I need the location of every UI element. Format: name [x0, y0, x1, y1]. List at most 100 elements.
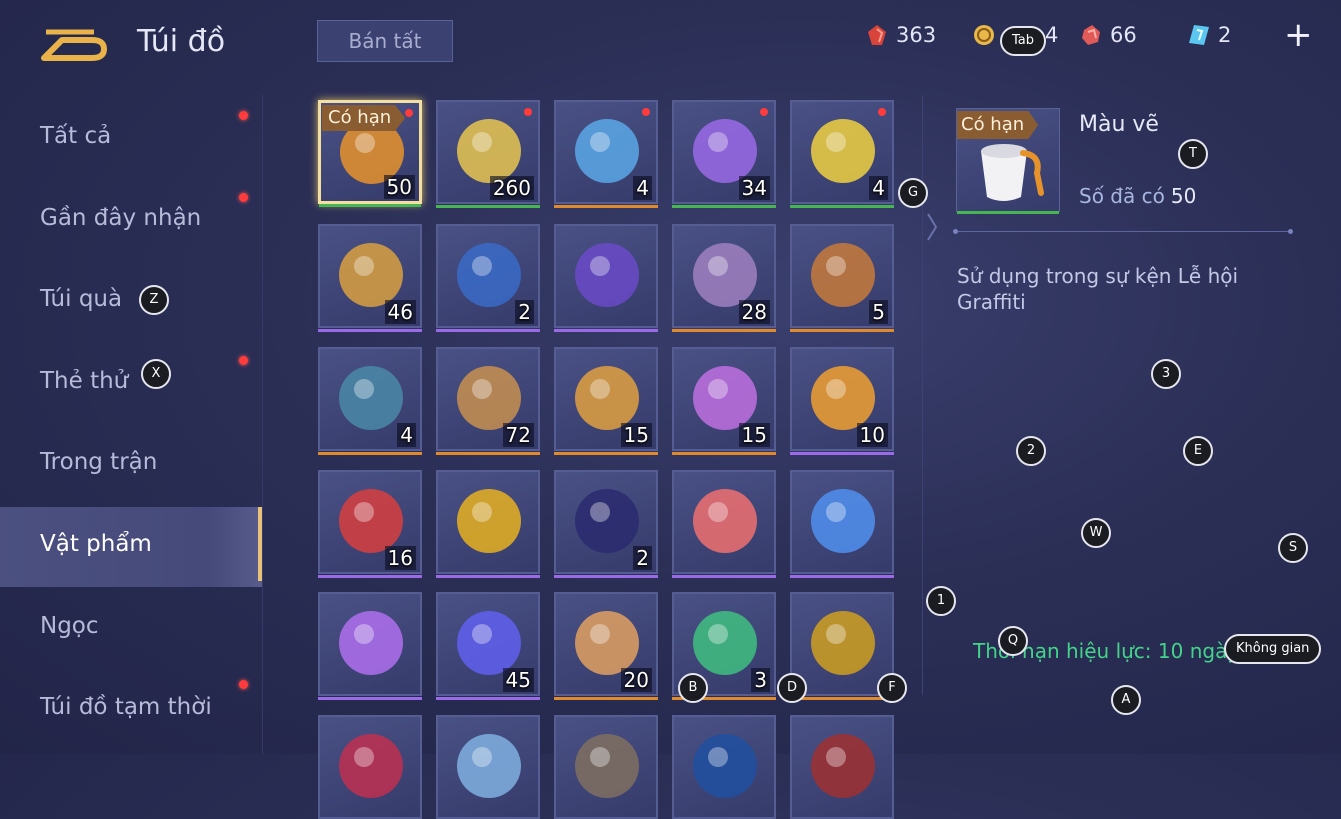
quality-bar	[318, 452, 422, 455]
key-hint-2[interactable]: 2	[1016, 436, 1046, 466]
key-hint-z[interactable]: Z	[139, 285, 169, 315]
item-quantity: 2	[515, 300, 534, 324]
inventory-slot[interactable]	[554, 715, 658, 819]
inventory-slot[interactable]: 260	[436, 100, 540, 208]
sidebar-item-label: Túi đồ tạm thời	[40, 694, 212, 720]
quality-bar	[554, 575, 658, 578]
inventory-slot[interactable]	[436, 470, 540, 578]
inventory-slot[interactable]	[672, 470, 776, 578]
red-card-icon	[811, 734, 875, 798]
inventory-slot[interactable]: 2	[436, 224, 540, 332]
sidebar-item-trial-cards[interactable]: Thẻ thử	[0, 340, 262, 420]
inventory-slot[interactable]	[554, 224, 658, 332]
quality-bar	[554, 697, 658, 700]
quality-bar	[554, 329, 658, 332]
item-description: Sử dụng trong sự kện Lễ hội Graffiti	[957, 264, 1239, 314]
cat-badge-icon	[575, 734, 639, 798]
key-hint-w[interactable]: W	[1081, 518, 1111, 548]
quality-bar	[554, 452, 658, 455]
inventory-slot[interactable]: 16	[318, 470, 422, 578]
inventory-slot[interactable]	[436, 715, 540, 819]
inventory-slot[interactable]: 72	[436, 347, 540, 455]
owned-count: Số đã có 50	[1079, 184, 1196, 208]
sidebar-item-label: Túi quà	[40, 286, 123, 312]
inventory-slot[interactable]	[672, 715, 776, 819]
inventory-slot[interactable]	[790, 470, 894, 578]
top-bar: Túi đồ Bán tất 363 4 66 2 +	[0, 0, 1341, 80]
currency-red-gem[interactable]: 363	[866, 20, 936, 50]
sidebar-item-label: Thẻ thử	[40, 368, 129, 394]
item-quantity: 20	[620, 668, 652, 692]
notification-dot	[405, 109, 413, 117]
inventory-slot[interactable]: 45	[436, 592, 540, 700]
inventory-slot[interactable]: 15	[672, 347, 776, 455]
key-hint-g[interactable]: G	[898, 178, 928, 208]
rose-icon	[339, 734, 403, 798]
star-medal-icon	[811, 611, 875, 675]
currency-value: 4	[1045, 23, 1059, 47]
key-hint-t[interactable]: T	[1178, 139, 1208, 169]
red-gem-icon	[868, 25, 886, 45]
quality-bar	[790, 575, 894, 578]
item-quantity: 28	[738, 300, 770, 324]
quality-bar	[436, 329, 540, 332]
key-hint-a[interactable]: A	[1111, 685, 1141, 715]
key-hint-d[interactable]: D	[777, 673, 807, 703]
sidebar-item-in-match[interactable]: Trong trận	[0, 421, 262, 501]
key-hint-b[interactable]: B	[678, 673, 708, 703]
item-quantity: 50	[383, 175, 415, 199]
item-quantity: 34	[738, 176, 770, 200]
gold-coin-icon	[974, 25, 994, 45]
quality-bar	[319, 204, 421, 207]
sidebar-item-recent[interactable]: Gần đây nhận	[0, 177, 262, 257]
inventory-slot[interactable]	[318, 715, 422, 819]
inventory-slot[interactable]: 2	[554, 470, 658, 578]
key-hint-1[interactable]: 1	[926, 586, 956, 616]
key-hint-f[interactable]: F	[877, 673, 907, 703]
inventory-slot[interactable]: 4	[790, 100, 894, 208]
sidebar-item-temp-bag[interactable]: Túi đồ tạm thời	[0, 666, 262, 746]
back-button[interactable]	[40, 26, 110, 62]
notification-dot	[239, 193, 248, 202]
chevron-right-icon	[927, 213, 938, 241]
inventory-slot[interactable]: 46	[318, 224, 422, 332]
currency-red-crystal[interactable]: 66	[1080, 20, 1137, 50]
inventory-slot[interactable]: 5	[790, 224, 894, 332]
sidebar-item-gems[interactable]: Ngọc	[0, 585, 262, 665]
inventory-slot[interactable]: 20	[554, 592, 658, 700]
add-currency-button[interactable]: +	[1284, 18, 1313, 52]
inventory-slot[interactable]: 28	[672, 224, 776, 332]
limited-tag: Có hạn	[957, 111, 1039, 139]
quality-bar	[790, 452, 894, 455]
sidebar-item-items[interactable]: Vật phẩm	[0, 507, 262, 587]
key-hint-q[interactable]: Q	[998, 626, 1028, 656]
key-hint-s[interactable]: S	[1278, 533, 1308, 563]
notification-dot	[760, 108, 768, 116]
inventory-slot[interactable]: Có hạn 50	[318, 100, 422, 207]
key-hint-3[interactable]: 3	[1151, 359, 1181, 389]
key-hint-e[interactable]: E	[1183, 436, 1213, 466]
sidebar-divider	[262, 95, 263, 754]
notification-dot	[239, 680, 248, 689]
quality-bar	[436, 205, 540, 208]
inventory-slot[interactable]	[790, 715, 894, 819]
item-quantity: 10	[856, 423, 888, 447]
currency-value: 363	[896, 23, 937, 47]
sell-all-button[interactable]: Bán tất	[317, 20, 453, 62]
back-arrow-icon	[41, 29, 107, 61]
ticket-icon	[1189, 25, 1209, 45]
page-title: Túi đồ	[137, 24, 226, 59]
inventory-slot[interactable]: 34	[672, 100, 776, 208]
key-hint-tab[interactable]: Tab	[1000, 26, 1047, 56]
inventory-slot[interactable]: 4	[318, 347, 422, 455]
sidebar-item-gift-bag[interactable]: Túi quà	[0, 258, 262, 338]
sidebar-item-all[interactable]: Tất cả	[0, 95, 262, 175]
inventory-slot[interactable]	[318, 592, 422, 700]
key-hint-space[interactable]: Không gian	[1224, 634, 1322, 664]
inventory-slot[interactable]: 10	[790, 347, 894, 455]
inventory-slot[interactable]: 15	[554, 347, 658, 455]
key-hint-x[interactable]: X	[141, 359, 171, 389]
item-quantity: 4	[397, 423, 416, 447]
inventory-slot[interactable]: 4	[554, 100, 658, 208]
currency-ticket[interactable]: 2	[1188, 20, 1231, 50]
